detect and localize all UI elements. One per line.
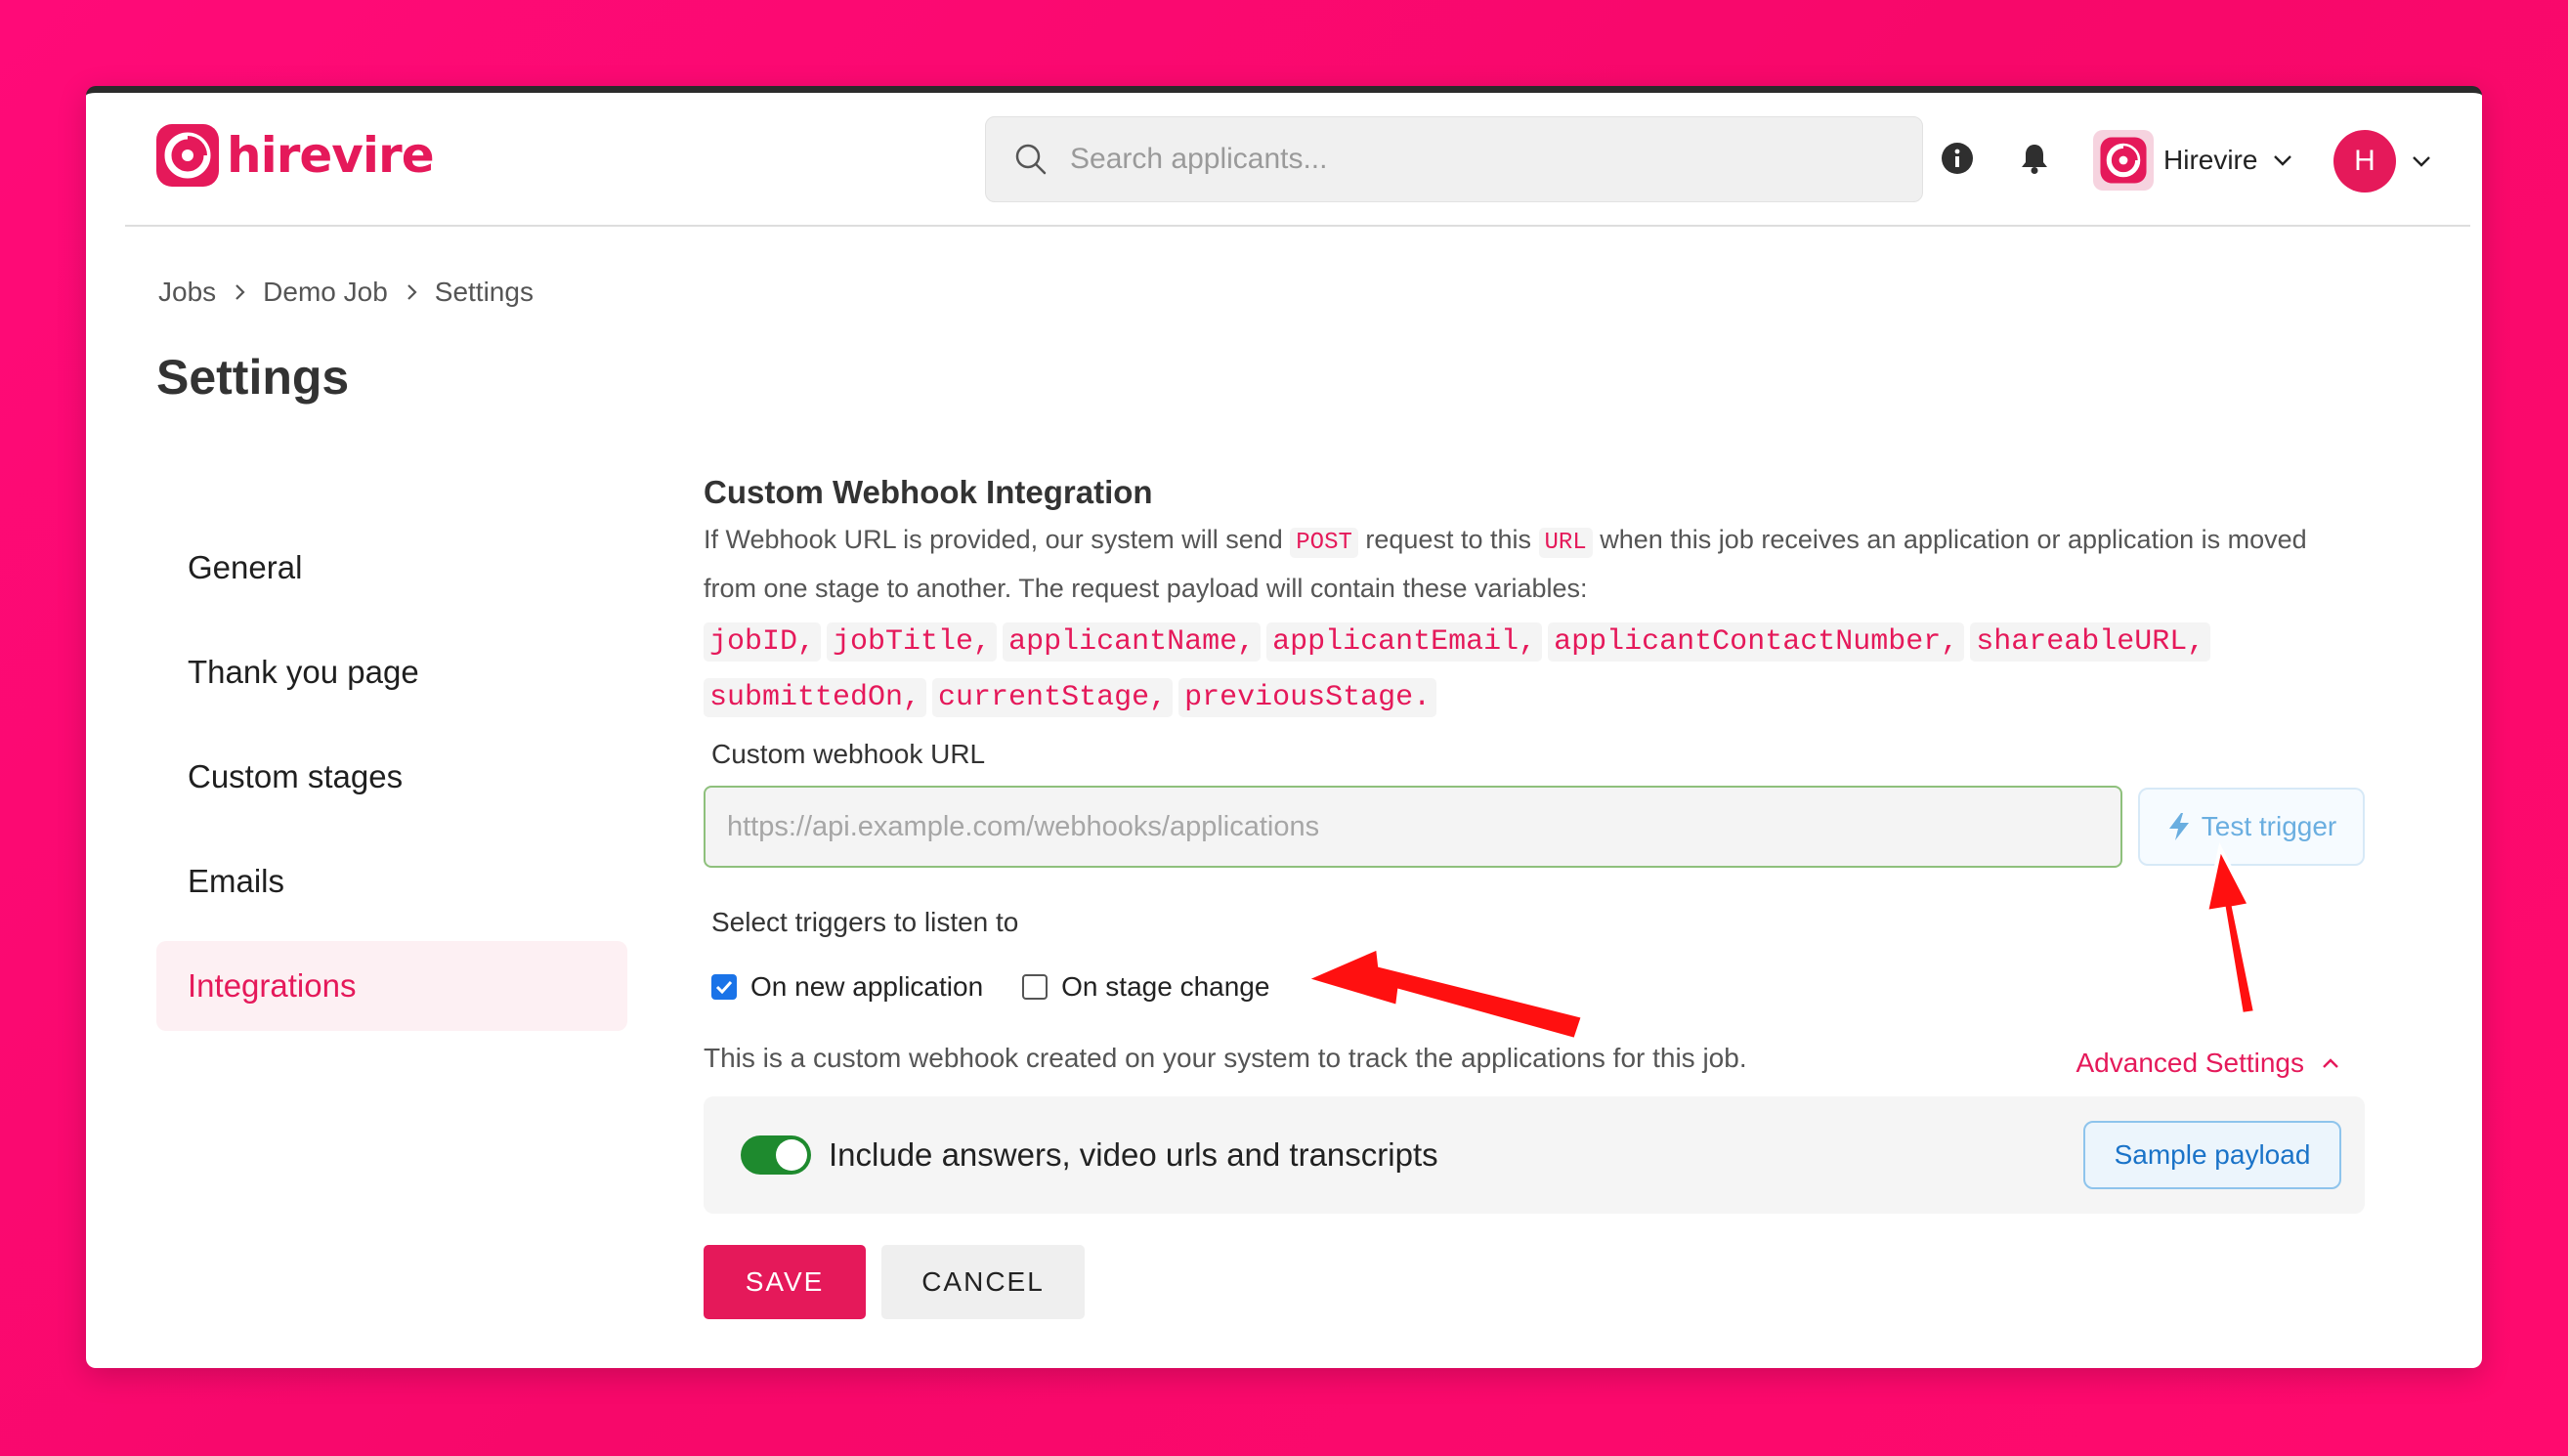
brand-name: hirevire xyxy=(227,127,435,184)
advanced-settings-label: Advanced Settings xyxy=(2076,1048,2305,1078)
avatar: H xyxy=(2333,130,2396,193)
webhook-help-text: This is a custom webhook created on your… xyxy=(704,1043,1747,1073)
payload-variables: jobID, jobTitle, applicantName, applicantEm… xyxy=(704,616,2365,727)
variable-code: previousStage. xyxy=(1178,678,1437,717)
sidebar-item-emails[interactable]: Emails xyxy=(156,836,627,926)
breadcrumb: Jobs Demo Job Settings xyxy=(158,277,534,308)
search-icon xyxy=(1015,144,1047,175)
variable-code: shareableURL, xyxy=(1970,622,2211,662)
cancel-button[interactable]: CANCEL xyxy=(881,1245,1085,1319)
search-input[interactable] xyxy=(1070,143,1852,176)
notifications-button[interactable] xyxy=(2016,140,2053,177)
advanced-settings-toggle[interactable]: Advanced Settings xyxy=(2076,1048,2342,1079)
desc-text: If Webhook URL is provided, our system w… xyxy=(704,525,1283,554)
sidebar-item-general[interactable]: General xyxy=(156,523,627,613)
form-actions: SAVE CANCEL xyxy=(704,1245,2365,1319)
hirevire-logo-icon xyxy=(2100,137,2147,184)
advanced-settings-panel: Include answers, video urls and transcri… xyxy=(704,1096,2365,1214)
breadcrumb-demo-job[interactable]: Demo Job xyxy=(263,277,388,308)
check-icon xyxy=(715,980,733,995)
variable-code: applicantEmail, xyxy=(1266,622,1543,662)
save-button[interactable]: SAVE xyxy=(704,1245,866,1319)
webhook-url-label: Custom webhook URL xyxy=(711,739,986,769)
trigger-label: On stage change xyxy=(1061,971,1270,1002)
test-trigger-label: Test trigger xyxy=(2201,811,2337,841)
variable-code: submittedOn, xyxy=(704,678,927,717)
chevron-right-icon xyxy=(235,284,245,300)
variable-code: applicantName, xyxy=(1003,622,1262,662)
variable-code: currentStage, xyxy=(932,678,1174,717)
checkbox-checked[interactable] xyxy=(711,974,737,1000)
search-box[interactable] xyxy=(985,116,1923,202)
chevron-up-icon xyxy=(2323,1058,2338,1068)
webhook-url-input[interactable] xyxy=(704,786,2122,868)
include-answers-option: Include answers, video urls and transcri… xyxy=(741,1135,1438,1175)
chevron-down-icon xyxy=(2413,156,2430,167)
trigger-label: On new application xyxy=(750,971,984,1002)
variable-code: jobTitle, xyxy=(827,622,998,662)
trigger-options: On new application On stage change xyxy=(711,971,2365,1003)
triggers-label: Select triggers to listen to xyxy=(711,907,1019,937)
include-answers-toggle[interactable] xyxy=(741,1135,811,1175)
breadcrumb-jobs[interactable]: Jobs xyxy=(158,277,216,308)
org-logo xyxy=(2093,130,2154,191)
brand-logo[interactable]: hirevire xyxy=(154,122,435,189)
trigger-stage-change[interactable]: On stage change xyxy=(1022,971,1269,1003)
variable-code: jobID, xyxy=(704,622,822,662)
info-icon xyxy=(1942,143,1973,174)
lightning-icon xyxy=(2168,813,2189,840)
sidebar-item-integrations[interactable]: Integrations xyxy=(156,941,627,1031)
http-method-code: POST xyxy=(1290,528,1358,558)
org-name: Hirevire xyxy=(2163,145,2258,175)
bell-icon xyxy=(2022,145,2047,174)
url-code: URL xyxy=(1538,528,1593,558)
webhook-url-row: Test trigger xyxy=(704,786,2365,868)
trigger-new-application[interactable]: On new application xyxy=(711,971,983,1003)
user-menu[interactable]: H xyxy=(2333,130,2433,193)
org-switcher[interactable]: Hirevire xyxy=(2093,130,2294,191)
sidebar-item-thank-you-page[interactable]: Thank you page xyxy=(156,627,627,717)
top-header: hirevire Search applicants... Hirevire H xyxy=(86,93,2482,225)
page-title: Settings xyxy=(156,350,350,405)
help-row: This is a custom webhook created on your… xyxy=(704,1038,2365,1079)
sample-payload-button[interactable]: Sample payload xyxy=(2083,1121,2341,1189)
sidebar-item-custom-stages[interactable]: Custom stages xyxy=(156,732,627,822)
include-answers-label: Include answers, video urls and transcri… xyxy=(829,1136,1438,1173)
checkbox-unchecked[interactable] xyxy=(1022,974,1049,1000)
section-title: Custom Webhook Integration xyxy=(704,474,1153,510)
desc-text: request to this xyxy=(1365,525,1531,554)
header-divider xyxy=(125,225,2470,227)
webhook-description: If Webhook URL is provided, our system w… xyxy=(704,517,2365,612)
chevron-down-icon xyxy=(2274,155,2292,166)
test-trigger-button[interactable]: Test trigger xyxy=(2138,788,2365,866)
chevron-right-icon xyxy=(407,284,417,300)
variable-code: applicantContactNumber, xyxy=(1548,622,1965,662)
app-window: hirevire Search applicants... Hirevire H… xyxy=(86,86,2482,1368)
info-button[interactable] xyxy=(1939,140,1976,177)
settings-sidebar: General Thank you page Custom stages Ema… xyxy=(156,523,627,1046)
breadcrumb-settings: Settings xyxy=(434,277,534,307)
webhook-section: Custom Webhook Integration If Webhook UR… xyxy=(704,474,2365,1319)
hirevire-logo-icon xyxy=(156,124,219,187)
